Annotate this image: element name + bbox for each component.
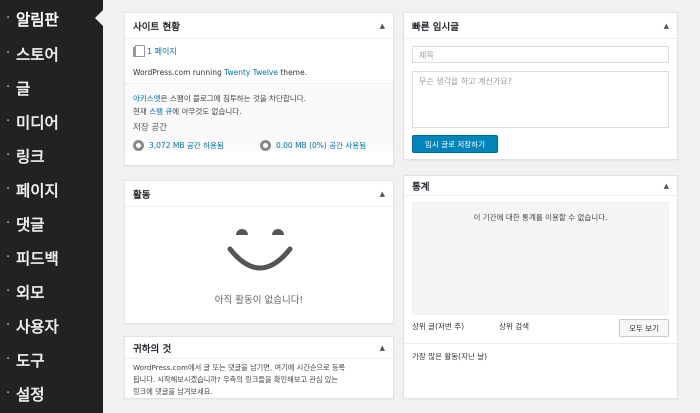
sidebar-item-label: 외모 <box>16 283 45 302</box>
sidebar-item-feedback[interactable]: · 피드백 <box>0 239 103 276</box>
widget-title: 통계 <box>412 181 430 193</box>
widget-header[interactable]: 통계 ▲ <box>404 176 677 196</box>
collapse-toggle-icon[interactable]: ▲ <box>380 344 385 352</box>
widget-title: 빠른 임시글 <box>412 21 460 33</box>
view-all-button[interactable]: 모두 보기 <box>619 319 669 337</box>
save-draft-button[interactable]: 임시 글로 저장하기 <box>412 135 498 153</box>
stats-chart-area: 이 기간에 대한 통계를 이용할 수 없습니다. <box>412 202 669 315</box>
sidebar-item-label: 설정 <box>16 385 45 404</box>
storage-heading: 저장 공간 <box>133 123 167 133</box>
stats-empty-message: 이 기간에 대한 통계를 이용할 수 없습니다. <box>473 213 608 222</box>
bullet-icon: · <box>6 318 11 333</box>
sidebar-item-label: 페이지 <box>16 181 59 200</box>
draft-title-input[interactable]: 제목 <box>412 46 669 63</box>
sidebar-item-label: 도구 <box>16 351 45 370</box>
sidebar-item-label: 알림판 <box>16 10 59 29</box>
widget-header[interactable]: 빠른 임시글 ▲ <box>404 13 677 39</box>
bullet-icon: · <box>6 46 11 61</box>
theme-info: WordPress.com running Twenty Twelve them… <box>133 68 307 77</box>
running-text: WordPress.com running <box>133 68 225 77</box>
collapse-toggle-icon[interactable]: ▲ <box>664 182 669 190</box>
bullet-icon: · <box>6 148 11 163</box>
bullet-icon: · <box>6 80 11 95</box>
sidebar-item-store[interactable]: · 스토어 <box>0 35 103 72</box>
divider <box>404 343 677 344</box>
widget-header[interactable]: 귀하의 것 ▲ <box>125 337 393 359</box>
sidebar-item-settings[interactable]: · 설정 <box>0 375 103 412</box>
stats-tabs: 상위 글(저번 주) 상위 검색 <box>412 321 529 332</box>
stats-widget: 통계 ▲ 이 기간에 대한 통계를 이용할 수 없습니다. 상위 글(저번 주)… <box>403 175 678 399</box>
top-posts-label: 상위 글(저번 주) <box>412 322 465 331</box>
collapse-toggle-icon[interactable]: ▲ <box>380 22 385 30</box>
bullet-icon: · <box>6 386 11 401</box>
widget-header[interactable]: 활동 ▲ <box>125 181 393 207</box>
spam-suffix: 에 아무것도 없습니다. <box>172 107 242 116</box>
top-searches-label: 상위 검색 <box>499 322 530 331</box>
bullet-icon: · <box>6 114 11 129</box>
theme-link[interactable]: Twenty Twelve <box>224 68 278 77</box>
storage-used-link[interactable]: 0.00 MB (0%) 공간 사용됨 <box>276 140 366 151</box>
sidebar-item-label: 댓글 <box>16 215 45 234</box>
widget-title: 사이트 현황 <box>133 21 181 33</box>
sidebar-item-tools[interactable]: · 도구 <box>0 341 103 378</box>
sidebar-item-posts[interactable]: · 글 <box>0 69 103 106</box>
storage-allowed: 3,072 MB 공간 허용됨 <box>133 140 224 151</box>
storage-icon <box>133 140 144 151</box>
spam-prefix: 현재 <box>133 107 150 116</box>
bullet-icon: · <box>6 250 11 265</box>
akismet-link[interactable]: 아키스멧 <box>133 94 161 103</box>
storage-icon <box>260 140 271 151</box>
bullet-icon: · <box>6 284 11 299</box>
running-suffix: theme. <box>277 68 307 77</box>
smiley-face-icon <box>227 229 293 271</box>
sidebar-item-label: 링크 <box>16 147 45 166</box>
collapse-toggle-icon[interactable]: ▲ <box>664 22 669 30</box>
page-count-link[interactable]: 1 페이지 <box>147 46 177 57</box>
widget-title: 활동 <box>133 189 151 201</box>
sidebar-item-links[interactable]: · 링크 <box>0 137 103 174</box>
sidebar-item-label: 글 <box>16 79 31 98</box>
quick-draft-widget: 빠른 임시글 ▲ 제목 무슨 생각을 하고 계신가요? 임시 글로 저장하기 <box>403 12 678 160</box>
sidebar-item-comments[interactable]: · 댓글 <box>0 205 103 242</box>
sidebar-item-appearance[interactable]: · 외모 <box>0 273 103 310</box>
admin-sidebar: · 알림판 · 스토어 · 글 · 미디어 · 링크 · 페이지 · 댓글 · 피드백 · 외모 … <box>0 0 103 413</box>
most-active-label: 가장 많은 활동(지난 날) <box>412 352 488 361</box>
your-stuff-text-1: WordPress.com에서 글 또는 댓글을 남기면, 여기에 시간순으로 … <box>133 363 346 372</box>
storage-allowed-link[interactable]: 3,072 MB 공간 허용됨 <box>149 140 224 151</box>
draft-content-textarea[interactable]: 무슨 생각을 하고 계신가요? <box>412 71 669 128</box>
sidebar-item-label: 피드백 <box>16 249 59 268</box>
storage-used: 0.00 MB (0%) 공간 사용됨 <box>260 140 366 151</box>
sidebar-item-pages[interactable]: · 페이지 <box>0 171 103 208</box>
sidebar-item-dashboard[interactable]: · 알림판 <box>0 0 103 37</box>
widget-title: 귀하의 것 <box>133 343 172 355</box>
sidebar-item-label: 사용자 <box>16 317 59 336</box>
akismet-text: 은 스팸이 블로그에 침투하는 것을 차단합니다. <box>160 94 307 103</box>
bullet-icon: · <box>6 216 11 231</box>
bullet-icon: · <box>6 182 11 197</box>
spam-info: 현재 스팸 큐에 아무것도 없습니다. <box>133 106 242 117</box>
your-stuff-text-3: 링크에 댓글을 남겨보세요. <box>133 387 213 396</box>
bullet-icon: · <box>6 11 11 26</box>
at-a-glance-widget: 사이트 현황 ▲ 1 페이지 WordPress.com running Twe… <box>124 12 394 166</box>
spam-queue-link[interactable]: 스팸 큐 <box>149 107 172 116</box>
activity-empty-message: 아직 활동이 없습니다! <box>214 295 304 306</box>
sidebar-item-label: 미디어 <box>16 113 59 132</box>
bullet-icon: · <box>6 352 11 367</box>
sidebar-item-label: 스토어 <box>16 45 59 64</box>
widget-header[interactable]: 사이트 현황 ▲ <box>125 13 393 39</box>
page-icon <box>133 44 145 57</box>
activity-widget: 활동 ▲ 아직 활동이 없습니다! <box>124 180 394 324</box>
your-stuff-widget: 귀하의 것 ▲ WordPress.com에서 글 또는 댓글을 남기면, 여기… <box>124 336 394 399</box>
sidebar-item-users[interactable]: · 사용자 <box>0 307 103 344</box>
sidebar-item-media[interactable]: · 미디어 <box>0 103 103 140</box>
akismet-info: 아키스멧은 스팸이 블로그에 침투하는 것을 차단합니다. <box>133 93 306 104</box>
page-count[interactable]: 1 페이지 <box>133 44 177 57</box>
your-stuff-text-2: 됩니다. 시작해보시겠습니까? 우측의 링크들을 확인해보고 관심 있는 <box>133 375 338 384</box>
collapse-toggle-icon[interactable]: ▲ <box>380 190 385 198</box>
